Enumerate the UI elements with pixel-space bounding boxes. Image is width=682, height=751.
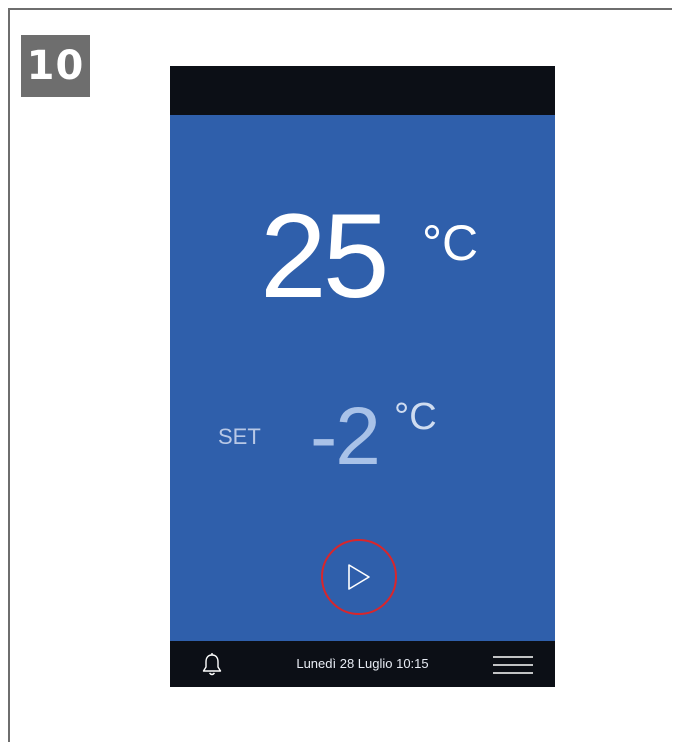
current-temperature-value: 25: [260, 189, 389, 323]
play-icon: [348, 564, 370, 590]
set-temperature[interactable]: -2 °C: [310, 396, 437, 478]
current-temperature-unit: °C: [422, 215, 479, 271]
device-screen: 25 °C SET -2 °C Lunedì 28 Luglio 10:15: [170, 66, 555, 687]
current-temperature: 25 °C: [260, 196, 478, 316]
set-temperature-value: -2: [310, 391, 381, 482]
set-temperature-unit: °C: [394, 396, 437, 438]
hamburger-menu-icon[interactable]: [493, 655, 533, 675]
set-label: SET: [218, 424, 261, 449]
start-button[interactable]: [321, 539, 397, 615]
step-number-badge: 10: [21, 35, 90, 97]
bottom-bar: Lunedì 28 Luglio 10:15: [170, 641, 555, 687]
top-status-bar: [170, 66, 555, 115]
